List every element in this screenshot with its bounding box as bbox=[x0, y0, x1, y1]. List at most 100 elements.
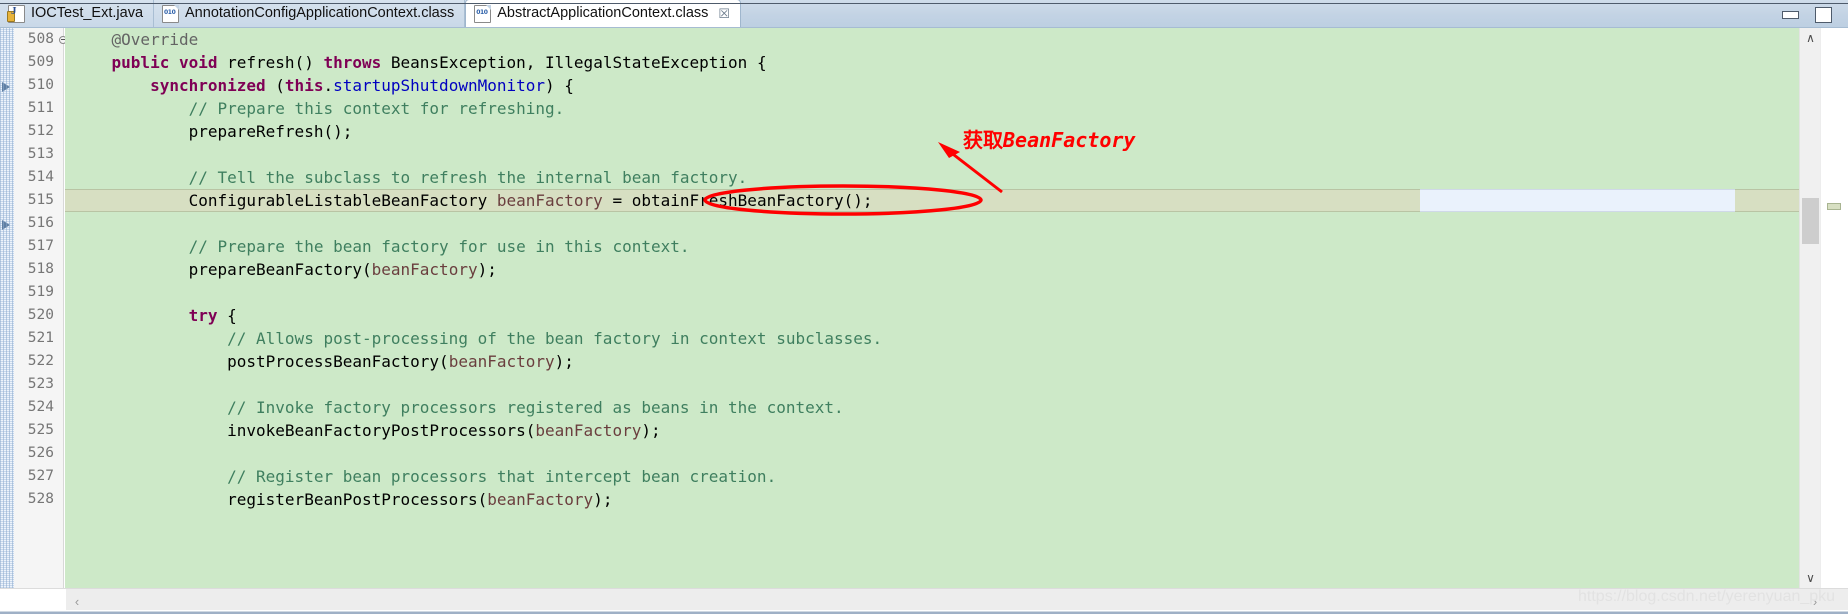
overview-ruler[interactable] bbox=[1820, 28, 1848, 588]
code-token: // Prepare the bean factory for use in t… bbox=[188, 237, 690, 256]
line-number: 511 bbox=[27, 100, 54, 116]
code-token: ( bbox=[265, 76, 285, 95]
line-number: 527 bbox=[27, 468, 54, 484]
code-line[interactable]: prepareRefresh(); bbox=[65, 120, 1800, 143]
code-token: { bbox=[217, 306, 237, 325]
occurrence-marker-icon bbox=[2, 220, 10, 230]
code-token: BeansException, IllegalStateException { bbox=[381, 53, 767, 72]
breakpoint-marker-icon bbox=[2, 82, 10, 92]
tab-bar-spacer bbox=[741, 26, 1781, 27]
maximize-restore-button[interactable] bbox=[1815, 7, 1832, 23]
eclipse-editor-window: IOCTest_Ext.java AnnotationConfigApplica… bbox=[0, 0, 1848, 614]
line-number: 524 bbox=[27, 399, 54, 415]
window-bottom-edge bbox=[0, 610, 1848, 614]
code-line[interactable] bbox=[65, 373, 1800, 396]
code-line[interactable]: // Prepare the bean factory for use in t… bbox=[65, 235, 1800, 258]
code-token: postProcessBeanFactory( bbox=[227, 352, 449, 371]
line-number: 526 bbox=[27, 445, 54, 461]
code-token: beanFactory bbox=[496, 191, 603, 210]
code-token: ConfigurableListableBeanFactory bbox=[188, 191, 497, 210]
tab-annotationconfigapplicationcontext-class[interactable]: AnnotationConfigApplicationContext.class bbox=[154, 0, 466, 27]
code-token: throws bbox=[323, 53, 382, 72]
code-line[interactable]: invokeBeanFactoryPostProcessors(beanFact… bbox=[65, 419, 1800, 442]
editor-marker-bar[interactable] bbox=[0, 28, 15, 588]
code-token: refresh() bbox=[217, 53, 324, 72]
code-token: beanFactory bbox=[448, 352, 555, 371]
code-line[interactable]: // Prepare this context for refreshing. bbox=[65, 97, 1800, 120]
code-token: public bbox=[111, 53, 170, 72]
close-icon[interactable]: ☒ bbox=[718, 7, 730, 20]
code-token: ); bbox=[641, 421, 661, 440]
scroll-up-icon[interactable]: ∧ bbox=[1800, 28, 1821, 48]
line-number: 510 bbox=[27, 77, 54, 93]
code-line[interactable]: registerBeanPostProcessors(beanFactory); bbox=[65, 488, 1800, 511]
code-line[interactable]: public void refresh() throws BeansExcept… bbox=[65, 51, 1800, 74]
code-line[interactable] bbox=[65, 212, 1800, 235]
class-file-icon bbox=[474, 4, 492, 23]
line-number: 512 bbox=[27, 123, 54, 139]
code-line[interactable]: // Tell the subclass to refresh the inte… bbox=[65, 166, 1800, 189]
code-line[interactable]: synchronized (this.startupShutdownMonito… bbox=[65, 74, 1800, 97]
tab-abstractapplicationcontext-class[interactable]: AbstractApplicationContext.class ☒ bbox=[465, 0, 742, 27]
code-token: ); bbox=[554, 352, 574, 371]
tab-label: AbstractApplicationContext.class bbox=[497, 5, 709, 22]
code-token: ); bbox=[477, 260, 497, 279]
code-line[interactable]: @Override bbox=[65, 28, 1800, 51]
tab-label: IOCTest_Ext.java bbox=[31, 5, 144, 22]
code-token: beanFactory bbox=[487, 490, 594, 509]
code-line[interactable]: postProcessBeanFactory(beanFactory); bbox=[65, 350, 1800, 373]
tab-label: AnnotationConfigApplicationContext.class bbox=[185, 5, 455, 22]
line-number: 513 bbox=[27, 146, 54, 162]
line-number: 517 bbox=[27, 238, 54, 254]
vertical-scrollbar[interactable]: ∧ ∨ bbox=[1799, 28, 1821, 588]
code-token: prepareRefresh(); bbox=[188, 122, 353, 141]
line-number: 508 bbox=[14, 28, 67, 51]
line-number: 516 bbox=[27, 215, 54, 231]
overview-marker bbox=[1827, 203, 1841, 210]
code-line[interactable] bbox=[65, 143, 1800, 166]
class-file-icon bbox=[162, 4, 180, 23]
code-line[interactable]: // Register bean processors that interce… bbox=[65, 465, 1800, 488]
code-token: beanFactory bbox=[535, 421, 642, 440]
vertical-scrollbar-thumb[interactable] bbox=[1802, 198, 1819, 244]
code-token: . bbox=[323, 76, 334, 95]
code-line[interactable] bbox=[65, 281, 1800, 304]
code-line[interactable]: // Allows post-processing of the bean fa… bbox=[65, 327, 1800, 350]
line-number: 514 bbox=[27, 169, 54, 185]
code-line[interactable]: prepareBeanFactory(beanFactory); bbox=[65, 258, 1800, 281]
code-token: beanFactory bbox=[371, 260, 478, 279]
line-number: 509 bbox=[27, 54, 54, 70]
code-line[interactable] bbox=[65, 442, 1800, 465]
line-number: 523 bbox=[27, 376, 54, 392]
line-number: 520 bbox=[27, 307, 54, 323]
code-token: startupShutdownMonitor bbox=[333, 76, 546, 95]
code-token: registerBeanPostProcessors( bbox=[227, 490, 488, 509]
minimize-button[interactable] bbox=[1781, 8, 1799, 22]
line-number: 515 bbox=[27, 192, 54, 208]
code-line[interactable]: try { bbox=[65, 304, 1800, 327]
line-number: 522 bbox=[27, 353, 54, 369]
code-content[interactable]: @Override public void refresh() throws B… bbox=[65, 28, 1800, 588]
tab-ioctest-ext-java[interactable]: IOCTest_Ext.java bbox=[0, 0, 155, 27]
scroll-down-icon[interactable]: ∨ bbox=[1800, 568, 1821, 588]
code-editor[interactable]: 508 509 510 511 512 513 514 515 516 517 518 519 520 5… bbox=[0, 28, 1848, 588]
line-number: 528 bbox=[27, 491, 54, 507]
line-number-gutter: 508 509 510 511 512 513 514 515 516 517 518 519 520 5… bbox=[14, 28, 67, 588]
line-number: 521 bbox=[27, 330, 54, 346]
code-token: synchronized bbox=[150, 76, 266, 95]
code-line[interactable]: // Invoke factory processors registered … bbox=[65, 396, 1800, 419]
code-token: = obtainFreshBeanFactory(); bbox=[602, 191, 873, 210]
